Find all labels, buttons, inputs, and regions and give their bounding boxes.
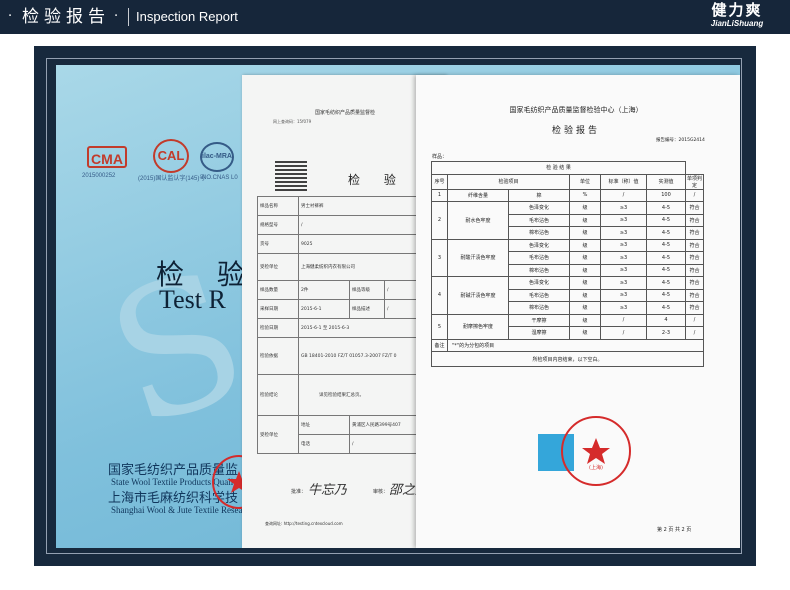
report-photo: S CMA CAL ilac-MRA 2015000252 (2015)国认监认… <box>56 65 740 548</box>
table-row: 2 耐水色牢度 色泽变化级 ≥3 4-5 符合 <box>431 201 704 240</box>
sheet2-title: 检验报告 <box>551 126 600 136</box>
sample-label: 样品： <box>432 154 448 160</box>
query-url: 查询网址: http://testing.cntexcloud.com <box>265 521 343 526</box>
brand-name-cn: 健力爽 <box>711 1 763 19</box>
approver-signature: 牛忘乃 <box>308 483 348 498</box>
table-row: 所检项目内容结束，以下空白。 <box>431 351 704 367</box>
qr-code <box>275 159 307 191</box>
reviewer-label: 审核： <box>373 489 389 495</box>
header-dot: · <box>114 9 119 24</box>
header-bar: · 检验报告 · Inspection Report 健力爽 JianLiShu… <box>0 0 790 34</box>
table-row: 3 耐酸汗渍色牢度 色泽变化级 ≥3 4-5 符合 <box>431 238 704 277</box>
table-row: 5 耐摩擦色牢度 干摩擦级/4/ <box>431 313 704 340</box>
sheet1-org: 国家毛纺织产品质量监督检 <box>315 110 376 116</box>
approver-label: 批准： <box>291 489 307 495</box>
ilac-code: NO.CNAS L0 <box>202 175 238 181</box>
page-number: 第 2 页 共 2 页 <box>657 527 692 533</box>
sheet1-query-code: 网上查询码：15f079 <box>273 119 312 124</box>
remark-label: 备注 <box>431 338 448 352</box>
brand-name-en: JianLiShuang <box>710 19 764 28</box>
cal-logo: CAL <box>153 139 189 173</box>
header-dot: · <box>8 9 13 24</box>
table-row: 4 耐碱汗渍色牢度 色泽变化级 ≥3 4-5 符合 <box>431 276 704 315</box>
brand-logo: 健力爽 JianLiShuang <box>692 1 782 29</box>
cma-code: 2015000252 <box>82 173 116 179</box>
cal-code: (2015)国认监认字(145)号 <box>138 176 206 182</box>
report-sheet-2: 国家毛纺织产品质量监督检验中心（上海） 检验报告 报告编号：2015G2414 … <box>416 75 740 548</box>
ilac-mra-logo: ilac-MRA <box>200 142 234 172</box>
table-row: 序号 检验项目 单位 标准（称）值 实测值 单项判定 <box>431 173 704 190</box>
table-row: 备注 "*"的为分包的项目 <box>431 338 704 352</box>
sheet2-org: 国家毛纺织产品质量监督检验中心（上海） <box>509 106 643 114</box>
report-number: 报告编号：2015G2414 <box>656 138 705 143</box>
cma-logo: CMA <box>87 146 127 168</box>
remark-text: "*"的为分包的项目 <box>447 338 704 352</box>
table-row: 1 纤维含量棉%/100/ <box>431 188 704 202</box>
header-title-en: Inspection Report <box>136 9 238 24</box>
header-separator <box>128 8 129 26</box>
end-text: 所检项目内容结束，以下空白。 <box>431 351 704 367</box>
cover-title-en: Test R <box>159 285 226 314</box>
results-table: 检 验 结 果 序号 检验项目 单位 标准（称）值 实测值 单项判定 1 纤维含量… <box>431 161 704 367</box>
header-title-cn: 检验报告 <box>22 7 110 27</box>
results-header: 检 验 结 果 <box>431 161 686 175</box>
stamp-text: (上海) <box>589 465 603 471</box>
table-row: 检 验 结 果 <box>431 161 704 175</box>
star-icon <box>582 438 610 464</box>
red-seal-stamp: (上海) <box>561 416 631 486</box>
